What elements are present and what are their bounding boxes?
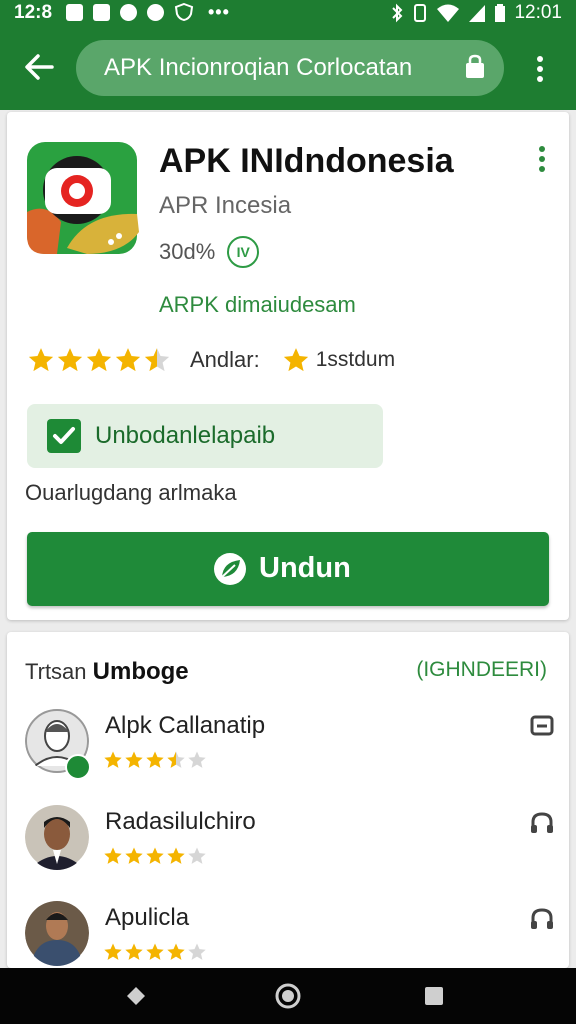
verified-user-icon [65,754,91,780]
app-size-row: 30d% IV [159,236,260,268]
review-author: Apulicla [105,904,190,931]
review-rating-stars [103,750,208,770]
review-rating-stars [103,846,208,866]
star-full-icon [115,348,141,372]
review-author: Radasilulchiro [105,808,256,835]
checkmark-icon [47,419,81,453]
shield-icon [174,3,194,21]
downloads-count: 1sstdum [315,348,396,371]
review-item[interactable]: Radasilulchiro [25,804,555,884]
star-empty-icon [188,847,206,864]
review-rating-stars [103,942,208,962]
download-button[interactable]: Undun [27,532,549,606]
reply-icon[interactable] [529,714,555,740]
avatar [25,901,89,966]
rating-label: Andlar: [190,347,260,372]
star-full-icon [57,348,83,372]
app-link[interactable]: ARPK dimaiudesam [159,292,356,318]
status-clock: 12:01 [514,2,562,23]
star-full-icon [146,943,164,960]
verified-text: Unbodanlelapaib [95,422,276,449]
notification-icon [66,3,83,21]
star-full-icon [146,847,164,864]
signal-icon [469,5,486,22]
age-badge: IV [227,236,260,268]
review-author: Alpk Callanatip [105,712,266,739]
notification-icon [147,3,164,21]
star-full-icon [125,943,143,960]
nav-recents-icon[interactable] [424,986,444,1006]
more-notifications-icon: ••• [208,1,230,22]
wifi-icon [437,4,460,22]
avatar [25,805,89,870]
reviews-card: Trtsan Umboge (IGHNDEERI) Alpk Callanati… [7,632,569,968]
bluetooth-icon [392,3,403,23]
star-full-icon [28,348,54,372]
star-full-icon [167,847,185,864]
notification-icon [93,3,110,21]
star-half-icon [167,751,185,768]
search-text[interactable]: APK Incionroqian Corlocatan [104,54,412,82]
app-info-card: APK INIdndonesia APR Incesia 30d% IV ARP… [7,112,569,620]
star-full-icon [104,943,122,960]
notification-icons: ••• [66,3,230,21]
app-developer[interactable]: APR Incesia [159,192,291,220]
headphones-icon[interactable] [529,810,555,836]
star-full-icon [146,751,164,768]
reviews-see-all-link[interactable]: (IGHNDEERI) [416,658,547,682]
top-app-bar: APK Incionroqian Corlocatan [0,26,576,110]
battery-icon [495,4,506,22]
star-full-icon [104,751,122,768]
star-icon [283,348,308,372]
review-item[interactable]: Apulicla [25,900,555,968]
reviews-header-prefix: Trtsan [25,659,87,684]
back-arrow-icon[interactable] [22,50,56,84]
reviews-header: Trtsan Umboge [25,658,189,686]
headphones-icon[interactable] [529,906,555,932]
nav-home-icon[interactable] [274,982,302,1010]
nav-back-icon[interactable] [124,984,148,1008]
star-full-icon [86,348,112,372]
rating-row: Andlar: 1sstdum [27,346,395,374]
app-note: Ouarlugdang arlmaka [25,480,237,505]
star-empty-icon [188,751,206,768]
download-label: Undun [259,552,351,584]
notification-icon [120,3,137,21]
star-full-icon [125,847,143,864]
star-full-icon [104,847,122,864]
shopping-bag-icon[interactable] [464,54,486,80]
star-empty-icon [188,943,206,960]
star-full-icon [125,751,143,768]
app-rating-stars [27,346,172,374]
overflow-menu-icon[interactable] [528,54,552,84]
review-item[interactable]: Alpk Callanatip [25,708,555,788]
status-time: 12:8 [14,2,53,23]
verified-banner: Unbodanlelapaib [27,404,383,468]
app-icon [27,142,139,254]
star-full-icon [167,943,185,960]
search-bar[interactable]: APK Incionroqian Corlocatan [76,40,504,96]
star-half-icon [144,348,170,372]
app-title: APK INIdndonesia [159,142,454,180]
system-nav-bar [0,968,576,1024]
app-overflow-icon[interactable] [535,144,549,174]
app-size: 30d% [159,239,216,264]
reviews-header-title: Umboge [92,658,189,685]
status-bar: 12:8 ••• 12:01 [0,0,576,26]
leaf-icon [214,553,246,585]
vibrate-icon [414,4,427,22]
system-icons: 12:01 [390,2,562,24]
